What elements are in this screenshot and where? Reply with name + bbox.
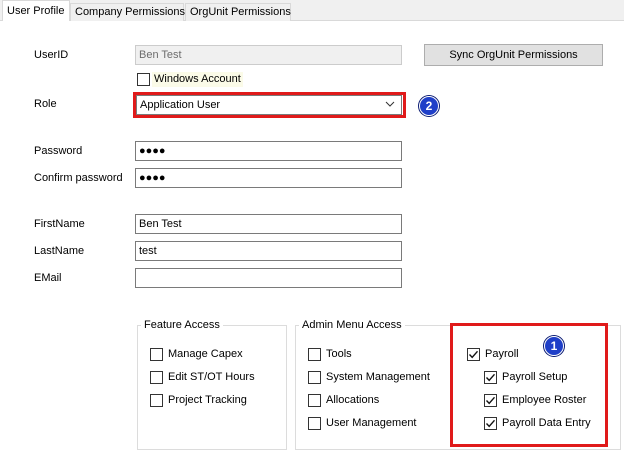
tab-company-permissions[interactable]: Company Permissions [70,3,186,21]
password-field[interactable]: ●●●● [135,141,402,161]
manage-capex-label: Manage Capex [168,348,243,360]
tools-label: Tools [326,348,352,360]
tab-user-profile[interactable]: User Profile [2,0,70,21]
feature-access-group [137,325,287,450]
allocations-checkbox[interactable] [308,394,321,407]
annotation-badge-1: 1 [544,336,564,356]
tab-label: User Profile [7,5,65,17]
annotation-badge-2: 2 [419,96,439,116]
confirm-password-label: Confirm password [34,172,123,184]
sync-orgunit-permissions-button[interactable]: Sync OrgUnit Permissions [424,44,603,66]
system-management-checkbox[interactable] [308,371,321,384]
userid-field[interactable]: Ben Test [135,45,402,65]
tools-checkbox[interactable] [308,348,321,361]
user-management-checkbox[interactable] [308,417,321,430]
lastname-label: LastName [34,245,85,257]
tab-label: Company Permissions [75,6,186,18]
system-management-label: System Management [326,371,430,383]
role-label: Role [34,98,57,110]
edit-st-ot-hours-checkbox[interactable] [150,371,163,384]
windows-account-label: Windows Account [152,72,243,87]
password-label: Password [34,145,83,157]
firstname-label: FirstName [34,218,85,230]
confirm-password-field[interactable]: ●●●● [135,168,402,188]
project-tracking-label: Project Tracking [168,394,247,406]
allocations-label: Allocations [326,394,380,406]
project-tracking-checkbox[interactable] [150,394,163,407]
user-management-label: User Management [326,417,417,429]
manage-capex-checkbox[interactable] [150,348,163,361]
email-label: EMail [34,272,62,284]
edit-st-ot-hours-label: Edit ST/OT Hours [168,371,255,383]
feature-access-title: Feature Access [141,319,223,331]
admin-menu-access-title: Admin Menu Access [299,319,405,331]
role-highlight-box [133,92,406,118]
windows-account-checkbox[interactable] [137,73,150,86]
payroll-highlight-box [450,323,608,447]
lastname-field[interactable]: test [135,241,402,261]
tab-orgunit-permissions[interactable]: OrgUnit Permissions [185,3,291,21]
email-field[interactable] [135,268,402,288]
userid-label: UserID [34,49,69,61]
tab-label: OrgUnit Permissions [190,6,291,18]
firstname-field[interactable]: Ben Test [135,214,402,234]
